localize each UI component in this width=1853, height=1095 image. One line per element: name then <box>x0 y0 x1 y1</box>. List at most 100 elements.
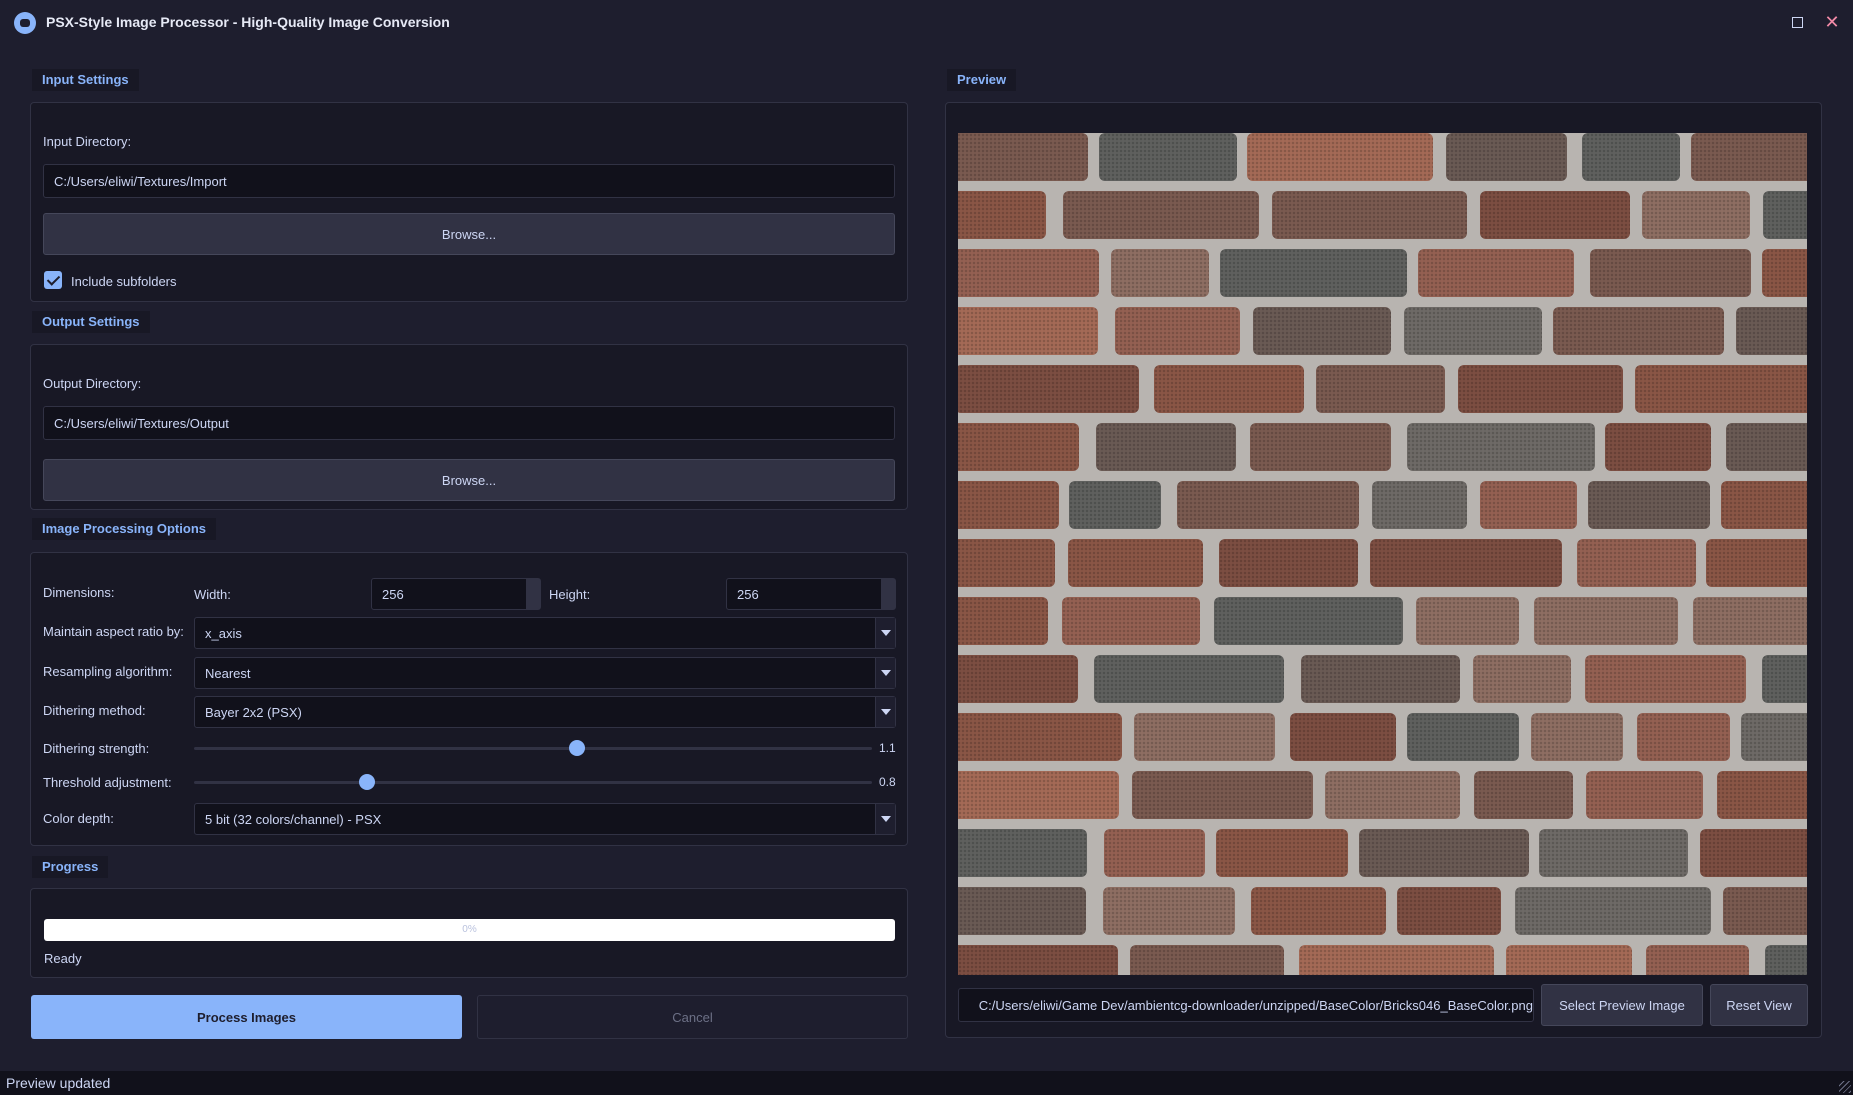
title-bar: PSX-Style Image Processor - High-Quality… <box>0 0 1853 46</box>
brick <box>1717 771 1807 819</box>
brick <box>1741 713 1807 761</box>
input-browse-button[interactable]: Browse... <box>43 213 895 255</box>
brick <box>1299 945 1494 975</box>
brick <box>1290 713 1396 761</box>
brick <box>1700 829 1807 877</box>
preview-image[interactable] <box>958 133 1807 975</box>
select-preview-image-button[interactable]: Select Preview Image <box>1541 984 1703 1026</box>
input-directory-field[interactable]: C:/Users/eliwi/Textures/Import <box>43 164 895 198</box>
chevron-down-icon[interactable] <box>875 697 895 727</box>
brick <box>1134 713 1275 761</box>
brick <box>958 365 1139 413</box>
brick <box>1646 945 1749 975</box>
dithering-method-select[interactable]: Bayer 2x2 (PSX) <box>194 696 896 728</box>
resampling-label: Resampling algorithm: <box>43 664 173 679</box>
window-title: PSX-Style Image Processor - High-Quality… <box>46 14 450 30</box>
brick <box>1247 133 1433 181</box>
include-subfolders-label[interactable]: Include subfolders <box>71 274 177 289</box>
color-depth-label: Color depth: <box>43 811 114 826</box>
brick-row <box>958 939 1807 975</box>
brick-row <box>958 243 1807 301</box>
brick <box>1480 481 1577 529</box>
brick <box>958 423 1079 471</box>
process-images-button[interactable]: Process Images <box>31 995 462 1039</box>
width-label: Width: <box>194 587 231 602</box>
brick <box>1407 423 1595 471</box>
include-subfolders-checkbox[interactable] <box>44 271 62 289</box>
threshold-label: Threshold adjustment: <box>43 775 172 790</box>
height-spinbox[interactable]: 256 <box>726 578 896 610</box>
brick <box>1723 887 1807 935</box>
brick <box>1736 307 1807 355</box>
aspect-ratio-select[interactable]: x_axis <box>194 617 896 649</box>
brick <box>1531 713 1623 761</box>
brick <box>958 133 1088 181</box>
brick-row <box>958 649 1807 707</box>
close-icon[interactable]: ✕ <box>1822 12 1842 32</box>
brick <box>1096 423 1236 471</box>
aspect-ratio-label: Maintain aspect ratio by: <box>43 624 184 639</box>
brick <box>1154 365 1304 413</box>
brick <box>1214 597 1403 645</box>
chevron-down-icon[interactable] <box>875 804 895 834</box>
brick <box>1111 249 1209 297</box>
brick <box>1130 945 1284 975</box>
brick-row <box>958 533 1807 591</box>
brick <box>1316 365 1445 413</box>
output-browse-button[interactable]: Browse... <box>43 459 895 501</box>
brick <box>1539 829 1688 877</box>
chevron-down-icon[interactable] <box>875 658 895 688</box>
brick <box>1721 481 1807 529</box>
threshold-slider-track[interactable] <box>194 781 872 784</box>
brick <box>958 713 1122 761</box>
resize-grip-icon[interactable] <box>1839 1081 1851 1093</box>
resampling-select[interactable]: Nearest <box>194 657 896 689</box>
dithering-strength-slider-handle[interactable] <box>569 740 586 756</box>
brick <box>1515 887 1711 935</box>
width-value: 256 <box>382 586 404 602</box>
brick <box>1397 887 1501 935</box>
reset-view-button[interactable]: Reset View <box>1710 984 1808 1026</box>
brick-row <box>958 417 1807 475</box>
brick <box>1177 481 1359 529</box>
threshold-slider-handle[interactable] <box>358 774 375 790</box>
brick <box>1069 481 1161 529</box>
brick-row <box>958 133 1807 185</box>
brick <box>1693 597 1807 645</box>
maximize-icon[interactable] <box>1787 12 1807 32</box>
height-value: 256 <box>737 586 759 602</box>
dithering-method-value: Bayer 2x2 (PSX) <box>205 704 302 720</box>
brick <box>958 945 1118 975</box>
color-depth-select[interactable]: 5 bit (32 colors/channel) - PSX <box>194 803 896 835</box>
dithering-strength-label: Dithering strength: <box>43 741 150 756</box>
preview-path-field[interactable]: C:/Users/eliwi/Game Dev/ambientcg-downlo… <box>958 988 1534 1022</box>
brick <box>958 191 1046 239</box>
brick <box>1637 713 1730 761</box>
brick <box>958 539 1055 587</box>
height-label: Height: <box>549 587 591 602</box>
brick <box>1763 191 1807 239</box>
brick-row <box>958 823 1807 881</box>
input-directory-label: Input Directory: <box>43 134 132 149</box>
brick <box>1301 655 1460 703</box>
chevron-down-icon[interactable] <box>875 618 895 648</box>
brick <box>1480 191 1630 239</box>
brick-row <box>958 359 1807 417</box>
brick <box>1473 655 1571 703</box>
brick <box>1706 539 1807 587</box>
width-spinbox[interactable]: 256 <box>371 578 541 610</box>
height-spin-buttons[interactable] <box>881 579 895 609</box>
brick <box>1635 365 1807 413</box>
dithering-strength-slider-track[interactable] <box>194 747 872 750</box>
brick <box>1762 655 1807 703</box>
brick <box>1446 133 1567 181</box>
input-settings-group <box>30 102 908 302</box>
output-directory-field[interactable]: C:/Users/eliwi/Textures/Output <box>43 406 895 440</box>
cancel-button[interactable]: Cancel <box>477 995 908 1039</box>
width-spin-buttons[interactable] <box>526 579 540 609</box>
brick <box>1588 481 1710 529</box>
brick <box>1691 133 1807 181</box>
brick <box>1115 307 1240 355</box>
brick <box>1132 771 1313 819</box>
brick <box>958 307 1098 355</box>
